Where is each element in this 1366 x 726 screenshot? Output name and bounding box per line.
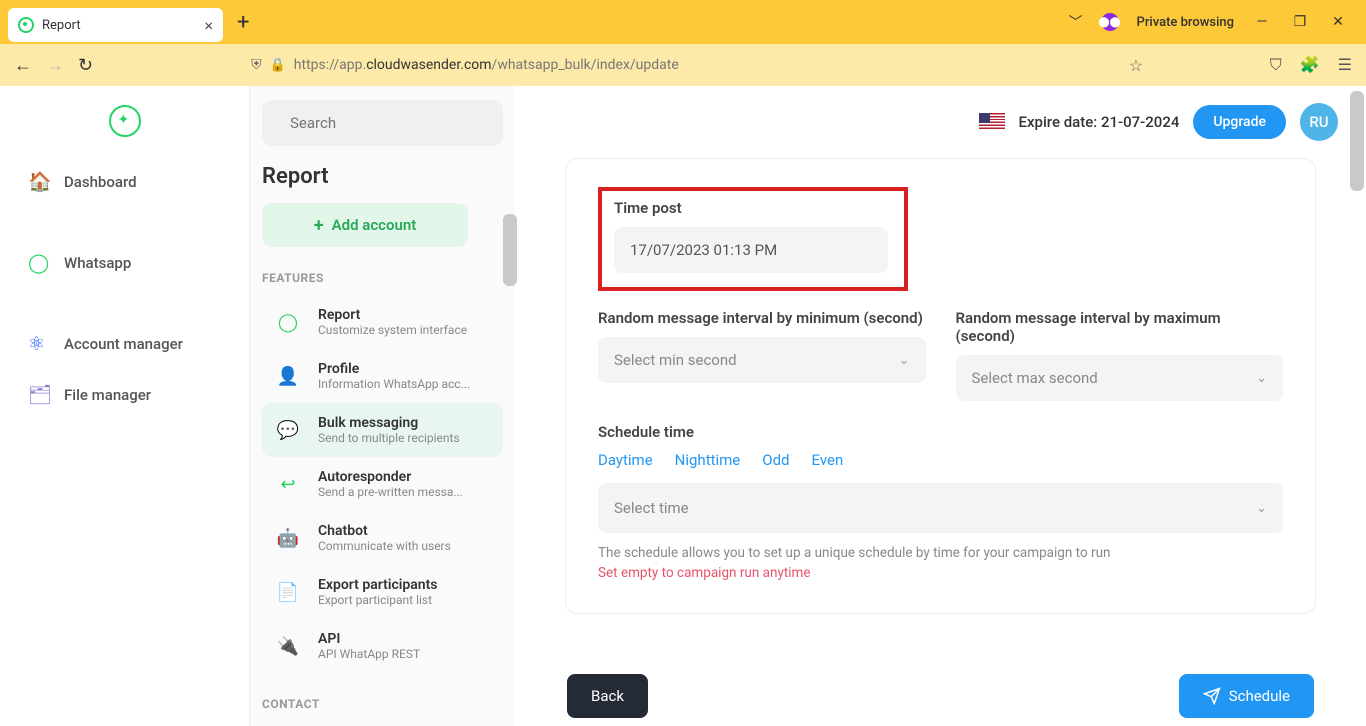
chevron-down-icon: ⌄ (1256, 501, 1267, 516)
sidebar-item-label: Dashboard (64, 173, 137, 191)
tab-even[interactable]: Even (812, 451, 844, 469)
back-button[interactable]: Back (567, 674, 648, 718)
schedule-hint-empty: Set empty to campaign run anytime (598, 565, 1283, 581)
panel-heading: Report (262, 164, 503, 189)
lock-icon: 🔒 (270, 58, 286, 73)
window-minimize-icon[interactable]: — (1252, 14, 1272, 30)
reply-icon: ↩ (270, 466, 306, 502)
chevron-down-icon: ⌄ (899, 353, 910, 368)
browser-titlebar: Report × + ﹀ ⬤⬤ Private browsing — ❐ ✕ (0, 0, 1366, 44)
sidebar-item-file-manager[interactable]: 🗂 File manager (0, 369, 249, 420)
schedule-button[interactable]: Schedule (1179, 674, 1314, 718)
private-mask-icon: ⬤⬤ (1101, 13, 1119, 31)
feature-item-api[interactable]: 🔌 APIAPI WhatApp REST (262, 619, 503, 673)
tab-daytime[interactable]: Daytime (598, 451, 653, 469)
nav-reload-icon[interactable]: ↻ (78, 55, 93, 76)
tab-close-icon[interactable]: × (204, 16, 213, 35)
main-column: Expire date: 21-07-2024 Upgrade RU Time … (515, 86, 1366, 726)
user-icon: 👤 (270, 358, 306, 394)
browser-toolbar: ← → ↻ ⛨ 🔒 https://app.cloudwasender.com/… (0, 44, 1366, 86)
bookmark-star-icon[interactable]: ☆ (1129, 56, 1143, 75)
private-browsing-label: Private browsing (1137, 15, 1234, 30)
sidebar-item-label: File manager (64, 386, 151, 404)
time-post-input[interactable]: 17/07/2023 01:13 PM (614, 227, 888, 273)
new-tab-button[interactable]: + (237, 10, 249, 35)
feature-item-bulk-messaging[interactable]: 💬 Bulk messagingSend to multiple recipie… (262, 403, 503, 457)
whatsapp-icon: ◯ (270, 304, 306, 340)
whatsapp-icon: ◯ (28, 251, 50, 274)
sidebar-item-whatsapp[interactable]: ◯ Whatsapp (0, 237, 249, 288)
avatar[interactable]: RU (1300, 103, 1338, 141)
max-interval-label: Random message interval by maximum (seco… (956, 309, 1284, 345)
schedule-hint: The schedule allows you to set up a uniq… (598, 545, 1283, 561)
topbar: Expire date: 21-07-2024 Upgrade RU (515, 86, 1366, 158)
tab-title: Report (42, 18, 196, 33)
nav-back-icon[interactable]: ← (14, 55, 32, 76)
window-restore-icon[interactable]: ❐ (1290, 14, 1310, 30)
sidebar-item-label: Account manager (64, 335, 183, 353)
flag-icon[interactable] (979, 113, 1005, 131)
time-post-label: Time post (614, 199, 892, 217)
feature-item-export-participants[interactable]: 📄 Export participantsExport participant … (262, 565, 503, 619)
feature-item-chatbot[interactable]: 🤖 ChatbotCommunicate with users (262, 511, 503, 565)
browser-tab[interactable]: Report × (8, 8, 223, 42)
nav-forward-icon: → (46, 55, 64, 76)
url-bar[interactable]: ⛨ 🔒 https://app.cloudwasender.com/whatsa… (237, 49, 1157, 81)
feature-item-profile[interactable]: 👤 ProfileInformation WhatsApp acc... (262, 349, 503, 403)
section-label-features: FEATURES (262, 271, 503, 285)
sidebar-item-label: Whatsapp (64, 254, 131, 272)
feature-item-autoresponder[interactable]: ↩ AutoresponderSend a pre-written messa.… (262, 457, 503, 511)
feature-item-report[interactable]: ◯ ReportCustomize system interface (262, 295, 503, 349)
robot-icon: 🤖 (270, 520, 306, 556)
app-logo (109, 105, 141, 137)
pocket-icon[interactable]: ⛉ (1270, 55, 1282, 75)
add-account-button[interactable]: + Add account (262, 203, 468, 247)
upgrade-button[interactable]: Upgrade (1193, 105, 1286, 139)
sidebar-item-account-manager[interactable]: ⚛ Account manager (0, 318, 249, 369)
home-icon: 🏠 (28, 170, 50, 193)
sidebar-item-dashboard[interactable]: 🏠 Dashboard (0, 156, 249, 207)
chevron-down-icon: ⌄ (1256, 371, 1267, 386)
folder-icon: 🗂 (28, 383, 50, 406)
select-time-select[interactable]: Select time ⌄ (598, 483, 1283, 533)
export-icon: 📄 (270, 574, 306, 610)
min-interval-select[interactable]: Select min second ⌄ (598, 337, 926, 383)
send-icon (1203, 687, 1221, 705)
tab-odd[interactable]: Odd (762, 451, 789, 469)
search-box[interactable] (262, 100, 503, 146)
plus-icon: + (314, 215, 324, 236)
schedule-card: Time post 17/07/2023 01:13 PM Random mes… (565, 158, 1316, 614)
section-label-contact: CONTACT (262, 697, 503, 711)
nodes-icon: ⚛ (28, 332, 50, 355)
chat-icon: 💬 (270, 412, 306, 448)
shield-icon: ⛨ (251, 57, 262, 73)
expire-date: Expire date: 21-07-2024 (1019, 113, 1180, 131)
window-close-icon[interactable]: ✕ (1328, 14, 1348, 30)
extensions-icon[interactable]: 🧩 (1300, 55, 1320, 75)
main-scrollbar[interactable] (1350, 91, 1364, 191)
tab-nighttime[interactable]: Nighttime (675, 451, 741, 469)
schedule-tabs: Daytime Nighttime Odd Even (598, 451, 1283, 469)
left-sidebar: 🏠 Dashboard ◯ Whatsapp ⚛ Account manager… (0, 86, 250, 726)
url-text: https://app.cloudwasender.com/whatsapp_b… (294, 57, 679, 73)
plug-icon: 🔌 (270, 628, 306, 664)
tabs-dropdown-icon[interactable]: ﹀ (1069, 12, 1083, 32)
tab-favicon (18, 17, 34, 33)
feature-panel: Report + Add account FEATURES ◯ ReportCu… (250, 86, 515, 726)
search-input[interactable] (290, 114, 489, 132)
min-interval-label: Random message interval by minimum (seco… (598, 309, 926, 327)
menu-icon[interactable]: ☰ (1338, 55, 1352, 75)
schedule-time-label: Schedule time (598, 423, 1283, 441)
annotation-highlight-box: Time post 17/07/2023 01:13 PM (598, 187, 908, 291)
max-interval-select[interactable]: Select max second ⌄ (956, 355, 1284, 401)
